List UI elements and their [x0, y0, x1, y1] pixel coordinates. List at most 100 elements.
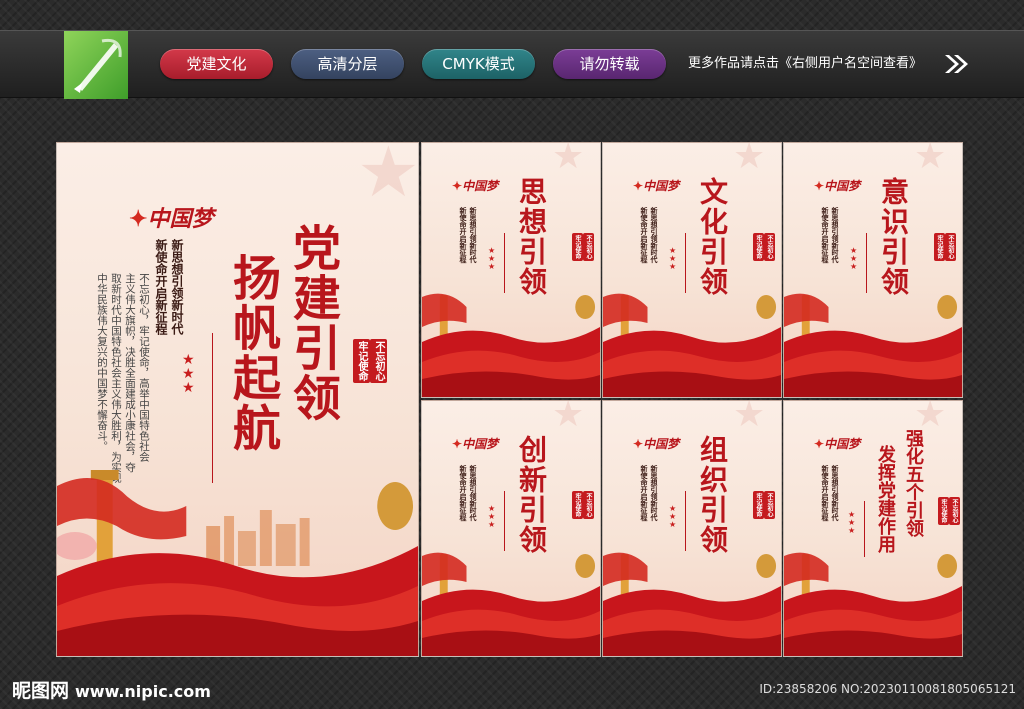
poster-title: 创新引领 [515, 435, 548, 555]
flame-icon: ✦ [129, 206, 148, 232]
poster-title-line1: 强化五个引领 [903, 429, 924, 537]
brand-logo[interactable] [64, 31, 128, 99]
poster-sub-line2: 新使命开启新征程 [640, 207, 649, 263]
china-dream-logo: ✦中国梦 [633, 437, 680, 451]
flame-icon: ✦ [452, 179, 463, 193]
tag-party-culture[interactable]: 党建文化 [160, 49, 273, 79]
seal-stamp: 不忘初心 牢记使命 [572, 491, 594, 523]
red-ribbon-wave-graphic [603, 293, 781, 397]
stars-decoration-icon: ★ ★ ★ [669, 504, 677, 529]
china-dream-logo: ✦中国梦 [452, 179, 499, 193]
seal-text-1: 不忘初心 [583, 491, 594, 519]
poster-five-leadings: ★ ✦中国梦 强化五个引领 发挥党建作用 ★ ★ ★ 新思想引领新时代 新使命开启新… [783, 400, 963, 657]
double-chevron-right-icon[interactable] [944, 53, 970, 75]
china-dream-logo: ✦中国梦 [814, 437, 861, 451]
main-title-line2: 扬帆起航 [224, 253, 280, 453]
tag-no-repost[interactable]: 请勿转载 [553, 49, 666, 79]
stars-decoration-icon: ★ ★ ★ [488, 504, 496, 529]
site-name: 昵图网 [12, 680, 70, 702]
poster-title: 组织引领 [696, 435, 729, 555]
poster-sub-line2: 新使命开启新征程 [821, 207, 830, 263]
seal-stamp: 不忘初心 牢记使命 [938, 497, 960, 529]
seal-stamp: 不忘初心 牢记使命 [572, 233, 594, 265]
main-poster: ★ ✦中国梦 党建引领 扬帆起航 ★ ★ ★ 新思想引领新时代 新使命开启新征程 不… [56, 142, 419, 657]
flame-icon: ✦ [814, 179, 825, 193]
background-star-icon: ★ [552, 400, 585, 435]
main-title-line1: 党建引领 [284, 223, 340, 423]
poster-awareness-leading: ★ ✦中国梦 意识引领 ★ ★ ★ 新思想引领新时代 新使命开启新征程 不忘初心 牢记… [783, 142, 963, 398]
china-dream-logo: ✦中国梦 [129, 206, 214, 232]
divider-line [504, 233, 505, 293]
seal-stamp: 不忘初心 牢记使命 [753, 233, 775, 265]
poster-sub-line1: 新思想引领新时代 [469, 207, 478, 263]
seal-text-1: 不忘初心 [949, 497, 960, 525]
stars-decoration-icon: ★ ★ ★ [850, 246, 858, 271]
background-star-icon: ★ [733, 400, 766, 435]
main-sub-line2: 新使命开启新征程 [154, 239, 168, 335]
seal-text-1: 不忘初心 [764, 233, 775, 261]
flame-icon: ✦ [452, 437, 463, 451]
stars-decoration-icon: ★ ★ ★ [488, 246, 496, 271]
poster-title: 文化引领 [696, 177, 729, 297]
stars-decoration-icon: ★ ★ ★ [848, 510, 856, 535]
seal-stamp: 不忘初心 牢记使命 [353, 339, 387, 387]
poster-sub-line2: 新使命开启新征程 [640, 465, 649, 521]
tag-hd-layers[interactable]: 高清分层 [291, 49, 404, 79]
seal-text-2: 牢记使命 [572, 491, 583, 519]
stars-decoration-icon: ★ ★ ★ [182, 352, 195, 396]
flame-icon: ✦ [633, 179, 644, 193]
china-dream-logo: ✦中国梦 [633, 179, 680, 193]
divider-line [866, 233, 867, 293]
seal-stamp: 不忘初心 牢记使命 [934, 233, 956, 265]
stars-decoration-icon: ★ ★ ★ [669, 246, 677, 271]
poster-title-line2: 发挥党建作用 [875, 445, 896, 553]
more-works-link[interactable]: 更多作品请点击《右侧用户名空间查看》 [688, 49, 922, 79]
tag-cmyk-mode[interactable]: CMYK模式 [422, 49, 535, 79]
flame-icon: ✦ [814, 437, 825, 451]
seal-text-2: 牢记使命 [938, 497, 949, 525]
background-star-icon: ★ [914, 142, 947, 177]
poster-sub-line1: 新思想引领新时代 [469, 465, 478, 521]
seal-text-2: 牢记使命 [753, 233, 764, 261]
red-ribbon-wave-graphic [784, 293, 962, 397]
poster-innovation-leading: ★ ✦中国梦 创新引领 ★ ★ ★ 新思想引领新时代 新使命开启新征程 不忘初心 牢记… [421, 400, 601, 657]
red-ribbon-wave-graphic [422, 293, 600, 397]
red-ribbon-wave-graphic [603, 552, 781, 656]
background-star-icon: ★ [357, 142, 419, 213]
background-star-icon: ★ [733, 142, 766, 177]
red-ribbon-wave-graphic [57, 470, 418, 656]
divider-line [685, 491, 686, 551]
poster-sub-line2: 新使命开启新征程 [459, 465, 468, 521]
poster-sub-line1: 新思想引领新时代 [831, 465, 840, 521]
poster-title: 思想引领 [515, 177, 548, 297]
seal-text-2: 牢记使命 [353, 339, 370, 383]
seal-text-1: 不忘初心 [764, 491, 775, 519]
pen-nib-icon [74, 38, 122, 93]
top-toolbar: 党建文化 高清分层 CMYK模式 请勿转载 更多作品请点击《右侧用户名空间查看》 [0, 30, 1024, 99]
seal-text-1: 不忘初心 [583, 233, 594, 261]
poster-sub-line2: 新使命开启新征程 [459, 207, 468, 263]
flame-icon: ✦ [633, 437, 644, 451]
poster-sub-line1: 新思想引领新时代 [650, 207, 659, 263]
site-url[interactable]: www.nipic.com [75, 682, 211, 701]
site-watermark: 昵图网 www.nipic.com [12, 676, 211, 703]
poster-sub-line1: 新思想引领新时代 [650, 465, 659, 521]
poster-organization-leading: ★ ✦中国梦 组织引领 ★ ★ ★ 新思想引领新时代 新使命开启新征程 不忘初心 牢记… [602, 400, 782, 657]
poster-sub-line2: 新使命开启新征程 [821, 465, 830, 521]
poster-sub-line1: 新思想引领新时代 [831, 207, 840, 263]
poster-culture-leading: ★ ✦中国梦 文化引领 ★ ★ ★ 新思想引领新时代 新使命开启新征程 不忘初心 牢记… [602, 142, 782, 398]
seal-text-2: 牢记使命 [753, 491, 764, 519]
poster-thought-leading: ★ ✦中国梦 思想引领 ★ ★ ★ 新思想引领新时代 新使命开启新征程 不忘初心 牢记… [421, 142, 601, 398]
divider-line [685, 233, 686, 293]
image-id-text: ID:23858206 NO:20230110081805065121 [759, 682, 1016, 696]
red-ribbon-wave-graphic [784, 552, 962, 656]
china-dream-logo: ✦中国梦 [452, 437, 499, 451]
seal-text-2: 牢记使命 [934, 233, 945, 261]
divider-line [504, 491, 505, 551]
main-sub-line1: 新思想引领新时代 [170, 239, 184, 335]
seal-stamp: 不忘初心 牢记使命 [753, 491, 775, 523]
seal-text-1: 不忘初心 [945, 233, 956, 261]
poster-title: 意识引领 [877, 177, 910, 297]
seal-text-1: 不忘初心 [370, 339, 387, 383]
main-body-line4: 中华民族伟大复兴的中国梦不懈奋斗。 [96, 273, 108, 452]
